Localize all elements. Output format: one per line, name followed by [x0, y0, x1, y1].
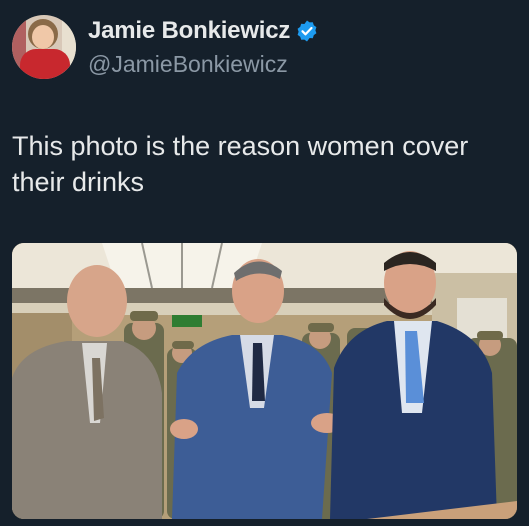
tweet-photo[interactable] — [12, 243, 517, 519]
display-name[interactable]: Jamie Bonkiewicz — [88, 17, 290, 45]
handle[interactable]: @JamieBonkiewicz — [88, 51, 319, 78]
avatar[interactable] — [12, 15, 76, 79]
tweet: Jamie Bonkiewicz @JamieBonkiewicz This p… — [0, 0, 529, 526]
photo-illustration — [12, 243, 517, 519]
author-names: Jamie Bonkiewicz @JamieBonkiewicz — [88, 17, 319, 78]
verified-badge-icon — [295, 19, 319, 43]
tweet-text: This photo is the reason women cover the… — [12, 131, 469, 197]
tweet-header: Jamie Bonkiewicz @JamieBonkiewicz — [12, 14, 319, 80]
